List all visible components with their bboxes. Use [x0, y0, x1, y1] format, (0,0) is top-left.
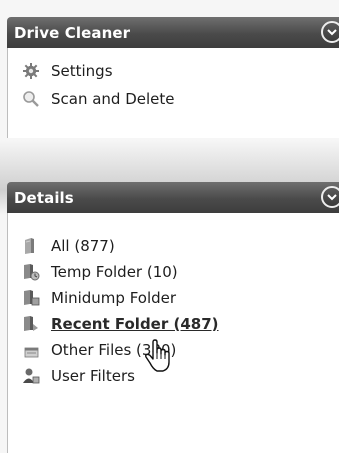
menu-item-temp-folder[interactable]: Temp Folder (10)	[8, 260, 339, 284]
menu-item-user-filters[interactable]: User Filters	[8, 364, 339, 388]
drive-cleaner-header[interactable]: Drive Cleaner	[7, 17, 339, 48]
collapse-details-button[interactable]	[321, 186, 339, 208]
file-icon	[21, 340, 41, 360]
user-icon	[21, 366, 41, 386]
chevron-down-icon	[327, 29, 337, 36]
book-icon	[21, 236, 41, 256]
recent-folder-icon	[21, 314, 41, 334]
details-header[interactable]: Details	[7, 182, 339, 213]
menu-item-label: Settings	[51, 62, 113, 80]
menu-item-minidump-folder[interactable]: Minidump Folder	[8, 286, 339, 310]
details-panel: Details All (877) Temp Folder (10) Minid…	[7, 182, 339, 453]
drive-cleaner-body: Settings Scan and Delete	[7, 48, 339, 138]
menu-item-label: Recent Folder (487)	[51, 315, 219, 333]
menu-item-scan-and-delete[interactable]: Scan and Delete	[8, 87, 339, 111]
temp-folder-icon	[21, 262, 41, 282]
menu-item-label: Temp Folder (10)	[51, 263, 178, 281]
menu-item-recent-folder[interactable]: Recent Folder (487)	[8, 312, 339, 336]
menu-item-all[interactable]: All (877)	[8, 234, 339, 258]
menu-item-label: Scan and Delete	[51, 90, 175, 108]
collapse-drive-cleaner-button[interactable]	[321, 21, 339, 43]
minidump-icon	[21, 288, 41, 308]
drive-cleaner-title: Drive Cleaner	[14, 23, 131, 42]
menu-item-other-files[interactable]: Other Files (380)	[8, 338, 339, 362]
drive-cleaner-panel: Drive Cleaner Settings Scan and Delete	[7, 17, 339, 138]
chevron-down-icon	[327, 194, 337, 201]
menu-item-label: User Filters	[51, 367, 135, 385]
magnifier-icon	[21, 89, 41, 109]
menu-item-label: All (877)	[51, 237, 115, 255]
details-body: All (877) Temp Folder (10) Minidump Fold…	[7, 213, 339, 453]
menu-item-label: Minidump Folder	[51, 289, 177, 307]
menu-item-settings[interactable]: Settings	[8, 59, 339, 83]
gear-icon	[21, 61, 41, 81]
menu-item-label: Other Files (380)	[51, 341, 177, 359]
details-title: Details	[14, 188, 74, 207]
